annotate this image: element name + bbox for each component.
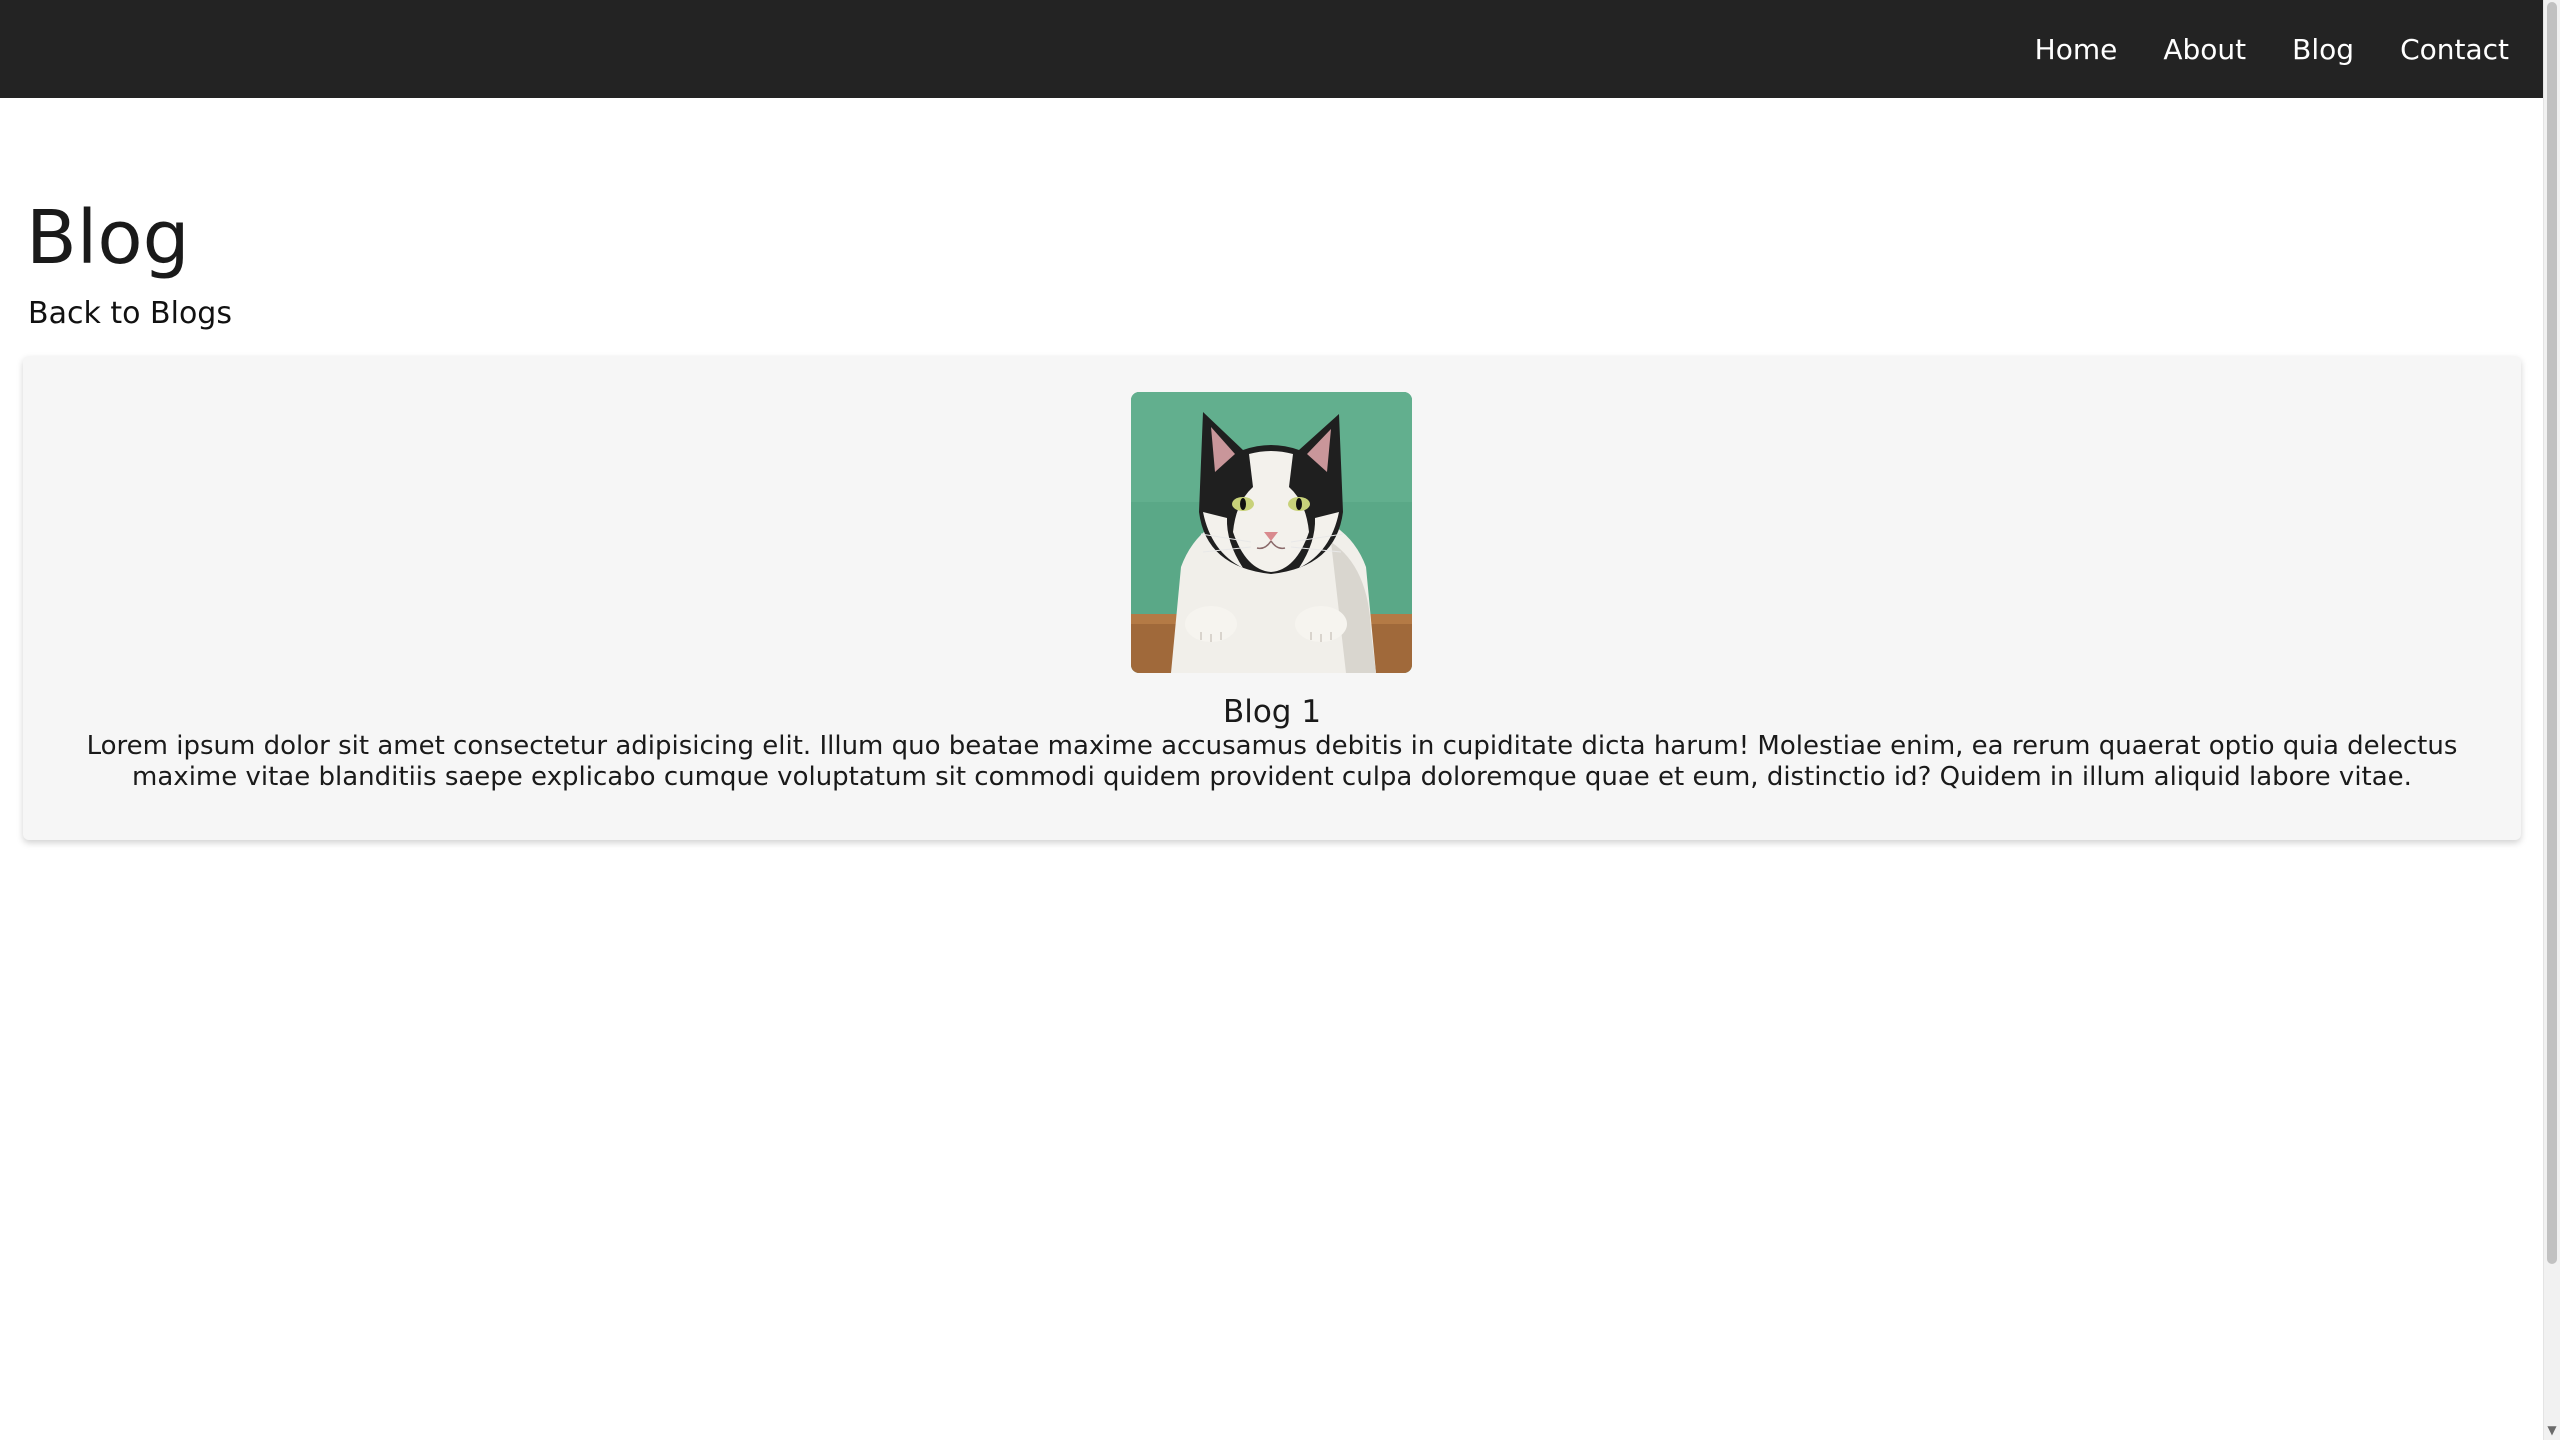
scrollbar-thumb[interactable] <box>2547 2 2557 1264</box>
nav-links: Home About Blog Contact <box>2035 0 2509 98</box>
back-to-blogs-link[interactable]: Back to Blogs <box>28 296 232 331</box>
vertical-scrollbar[interactable]: ▼ <box>2543 0 2560 1440</box>
cat-photo-icon <box>1131 392 1412 673</box>
scroll-down-arrow-icon[interactable]: ▼ <box>2544 1422 2560 1438</box>
blog-post-card: Blog 1 Lorem ipsum dolor sit amet consec… <box>23 356 2521 840</box>
top-navbar: Home About Blog Contact <box>0 0 2543 98</box>
blog-post-image <box>1131 392 1412 673</box>
page-title: Blog <box>26 195 190 281</box>
nav-link-home[interactable]: Home <box>2035 33 2118 66</box>
nav-link-blog[interactable]: Blog <box>2292 33 2354 66</box>
nav-link-contact[interactable]: Contact <box>2400 33 2509 66</box>
nav-link-about[interactable]: About <box>2163 33 2246 66</box>
blog-post-body: Lorem ipsum dolor sit amet consectetur a… <box>86 731 2458 792</box>
